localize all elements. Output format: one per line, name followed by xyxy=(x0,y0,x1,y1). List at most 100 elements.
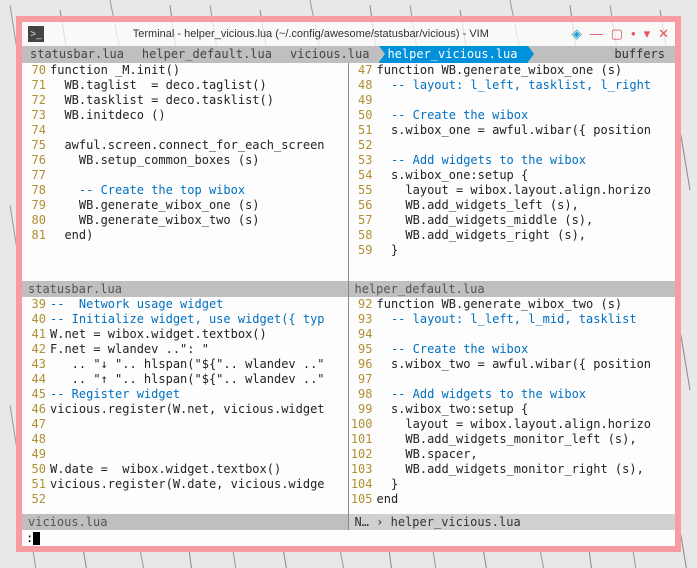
code-text: layout = wibox.layout.align.horizo xyxy=(377,417,676,432)
line-number: 42 xyxy=(22,342,50,357)
cmdline-prompt: : xyxy=(26,531,33,545)
code-line: 47function WB.generate_wibox_one (s) xyxy=(349,63,676,78)
line-number: 53 xyxy=(349,153,377,168)
line-number: 52 xyxy=(349,138,377,153)
line-number: 100 xyxy=(349,417,377,432)
code-line: 102 WB.spacer, xyxy=(349,447,676,462)
code-text: WB.taglist = deco.taglist() xyxy=(50,78,348,93)
code-text: function WB.generate_wibox_two (s) xyxy=(377,297,676,312)
code-line: 50W.date = wibox.widget.textbox() xyxy=(22,462,348,477)
pane-top-left[interactable]: 70function _M.init()71 WB.taglist = deco… xyxy=(22,63,349,297)
code-text: } xyxy=(377,477,676,492)
line-number: 40 xyxy=(22,312,50,327)
tab-vicious[interactable]: vicious.lua xyxy=(282,46,379,63)
code-line: 99 s.wibox_two:setup { xyxy=(349,402,676,417)
code-text: -- layout: l_left, l_mid, tasklist xyxy=(377,312,676,327)
code-text: function _M.init() xyxy=(50,63,348,78)
pane-status-bottom-left: vicious.lua xyxy=(22,514,348,530)
line-number: 70 xyxy=(22,63,50,78)
pane-body[interactable]: 39-- Network usage widget40-- Initialize… xyxy=(22,297,348,515)
window-titlebar: >_ Terminal - helper_vicious.lua (~/.con… xyxy=(22,22,675,46)
code-text: WB.add_widgets_left (s), xyxy=(377,198,676,213)
line-number: 55 xyxy=(349,183,377,198)
code-text: -- Network usage widget xyxy=(50,297,348,312)
code-line: 80 WB.generate_wibox_two (s) xyxy=(22,213,348,228)
code-line: 71 WB.taglist = deco.taglist() xyxy=(22,78,348,93)
line-number: 41 xyxy=(22,327,50,342)
pane-body[interactable]: 70function _M.init()71 WB.taglist = deco… xyxy=(22,63,348,281)
pane-body[interactable]: 92function WB.generate_wibox_two (s)93 -… xyxy=(349,297,676,515)
code-text: -- Create the wibox xyxy=(377,342,676,357)
pane-bottom-left[interactable]: 39-- Network usage widget40-- Initialize… xyxy=(22,297,349,531)
line-number: 103 xyxy=(349,462,377,477)
code-line: 98 -- Add widgets to the wibox xyxy=(349,387,676,402)
pane-top-right[interactable]: 47function WB.generate_wibox_one (s)48 -… xyxy=(349,63,676,297)
code-text: W.net = wibox.widget.textbox() xyxy=(50,327,348,342)
tab-statusbar[interactable]: statusbar.lua xyxy=(22,46,134,63)
code-text: s.wibox_two = awful.wibar({ position xyxy=(377,357,676,372)
code-text xyxy=(377,93,676,108)
line-number: 76 xyxy=(22,153,50,168)
code-line: 49 xyxy=(349,93,676,108)
code-line: 75 awful.screen.connect_for_each_screen xyxy=(22,138,348,153)
code-line: 70function _M.init() xyxy=(22,63,348,78)
code-line: 104 } xyxy=(349,477,676,492)
line-number: 58 xyxy=(349,228,377,243)
line-number: 80 xyxy=(22,213,50,228)
line-number: 105 xyxy=(349,492,377,507)
code-line: 74 xyxy=(22,123,348,138)
code-text: WB.add_widgets_monitor_right (s), xyxy=(377,462,676,477)
window-pin-icon[interactable]: ◈ xyxy=(572,26,582,42)
code-line: 51 s.wibox_one = awful.wibar({ position xyxy=(349,123,676,138)
code-line: 76 WB.setup_common_boxes (s) xyxy=(22,153,348,168)
vim-command-line[interactable]: : xyxy=(22,530,675,546)
pane-bottom-right[interactable]: 92function WB.generate_wibox_two (s)93 -… xyxy=(349,297,676,531)
window-minimize-icon[interactable]: — xyxy=(590,26,603,42)
line-number: 57 xyxy=(349,213,377,228)
code-text: WB.add_widgets_right (s), xyxy=(377,228,676,243)
code-text xyxy=(50,123,348,138)
pane-body[interactable]: 47function WB.generate_wibox_one (s)48 -… xyxy=(349,63,676,281)
code-text: } xyxy=(377,243,676,258)
line-number: 93 xyxy=(349,312,377,327)
code-line: 100 layout = wibox.layout.align.horizo xyxy=(349,417,676,432)
code-line: 101 WB.add_widgets_monitor_left (s), xyxy=(349,432,676,447)
code-text xyxy=(377,138,676,153)
tab-helper-default[interactable]: helper_default.lua xyxy=(134,46,282,63)
line-number: 46 xyxy=(22,402,50,417)
code-line: 92function WB.generate_wibox_two (s) xyxy=(349,297,676,312)
tab-helper-vicious[interactable]: helper_vicious.lua xyxy=(379,46,527,63)
code-text: vicious.register(W.date, vicious.widge xyxy=(50,477,348,492)
code-text: end) xyxy=(50,228,348,243)
window-dot-icon[interactable]: • xyxy=(631,26,636,42)
code-text xyxy=(50,432,348,447)
window-maximize-icon[interactable]: ▢ xyxy=(611,26,623,42)
vim-buffer-tabs: statusbar.lua helper_default.lua vicious… xyxy=(22,46,675,63)
line-number: 47 xyxy=(22,417,50,432)
code-text xyxy=(50,417,348,432)
code-text: end xyxy=(377,492,676,507)
line-number: 74 xyxy=(22,123,50,138)
code-line: 78 -- Create the top wibox xyxy=(22,183,348,198)
line-number: 95 xyxy=(349,342,377,357)
code-line: 73 WB.initdeco () xyxy=(22,108,348,123)
code-line: 49 xyxy=(22,447,348,462)
code-line: 48 -- layout: l_left, tasklist, l_right xyxy=(349,78,676,93)
code-text: WB.initdeco () xyxy=(50,108,348,123)
window-restore-icon[interactable]: ▾ xyxy=(644,26,651,42)
code-line: 77 xyxy=(22,168,348,183)
line-number: 51 xyxy=(349,123,377,138)
line-number: 49 xyxy=(22,447,50,462)
line-number: 92 xyxy=(349,297,377,312)
line-number: 72 xyxy=(22,93,50,108)
code-text: WB.add_widgets_middle (s), xyxy=(377,213,676,228)
line-number: 94 xyxy=(349,327,377,342)
code-line: 97 xyxy=(349,372,676,387)
line-number: 50 xyxy=(349,108,377,123)
code-text xyxy=(50,492,348,507)
line-number: 104 xyxy=(349,477,377,492)
line-number: 45 xyxy=(22,387,50,402)
pane-status-top-left: statusbar.lua xyxy=(22,281,348,297)
code-text: WB.setup_common_boxes (s) xyxy=(50,153,348,168)
window-close-icon[interactable]: ✕ xyxy=(658,26,669,42)
